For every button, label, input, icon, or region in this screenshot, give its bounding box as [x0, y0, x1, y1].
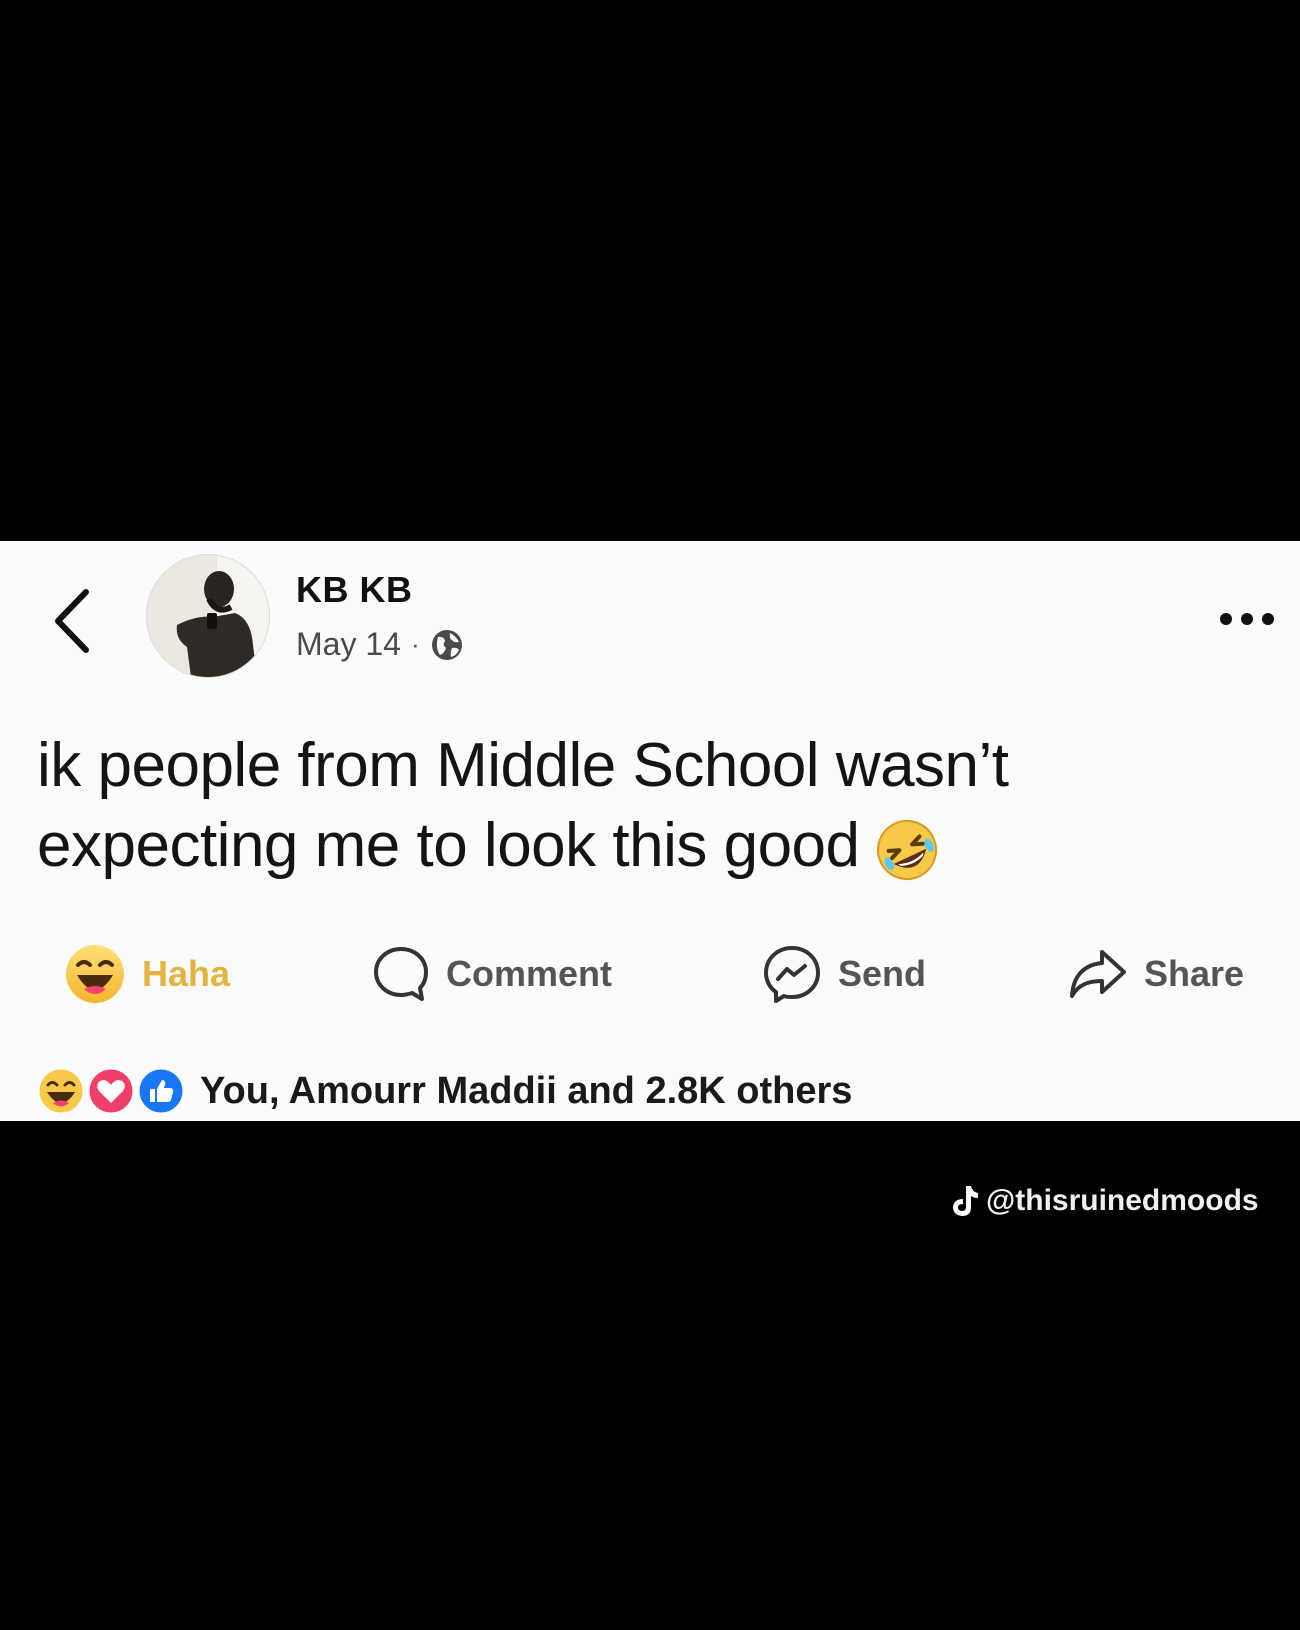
- tiktok-logo-icon: [953, 1186, 978, 1216]
- haha-reaction-icon: [36, 1066, 86, 1116]
- share-arrow-icon: [1070, 950, 1126, 998]
- post-text-line-2-text: expecting me to look this good: [37, 811, 860, 880]
- meta-separator: ·: [410, 629, 420, 659]
- share-label: Share: [1144, 953, 1245, 994]
- comment-button[interactable]: Comment: [372, 929, 612, 1019]
- more-dot: [1262, 613, 1274, 625]
- rolling-on-floor-laughing-emoji: [876, 819, 937, 880]
- post-card: KB KB May 14 · ik people from Middle Sch…: [0, 541, 1300, 1121]
- haha-reaction-icon: [66, 945, 124, 1003]
- haha-label: Haha: [142, 953, 231, 994]
- reactions-text: You, Amourr Maddii and 2.8K others: [200, 1069, 853, 1112]
- reactions-summary[interactable]: You, Amourr Maddii and 2.8K others: [36, 1066, 852, 1116]
- more-options-button[interactable]: [1220, 613, 1274, 625]
- comment-label: Comment: [446, 953, 613, 994]
- reaction-icons: [36, 1066, 186, 1116]
- post-text-line-1: ik people from Middle School wasn’t: [37, 731, 1009, 800]
- share-button[interactable]: Share: [1068, 929, 1244, 1019]
- post-meta: May 14 ·: [296, 626, 464, 663]
- messenger-icon: [764, 946, 820, 1003]
- post-text: ik people from Middle School wasn’t expe…: [37, 726, 1257, 886]
- post-text-line-2: expecting me to look this good: [37, 806, 1257, 886]
- more-dot: [1241, 613, 1253, 625]
- avatar[interactable]: [147, 555, 269, 677]
- globe-icon: [431, 629, 462, 660]
- watermark-handle: @thisruinedmoods: [986, 1184, 1259, 1217]
- more-dot: [1220, 613, 1232, 625]
- send-button[interactable]: Send: [762, 929, 926, 1019]
- love-reaction-icon: [86, 1066, 136, 1116]
- post-date[interactable]: May 14: [296, 626, 401, 663]
- action-bar: Haha Comment Send Share: [0, 929, 1300, 1019]
- send-label: Send: [838, 953, 927, 994]
- haha-button[interactable]: Haha: [64, 929, 230, 1019]
- watermark: @thisruinedmoods: [950, 1184, 1259, 1218]
- comment-bubble-icon: [374, 947, 428, 1001]
- avatar-photo: [147, 555, 269, 677]
- like-reaction-icon: [136, 1066, 186, 1116]
- chevron-left-icon[interactable]: [50, 586, 94, 656]
- author-name[interactable]: KB KB: [296, 569, 413, 611]
